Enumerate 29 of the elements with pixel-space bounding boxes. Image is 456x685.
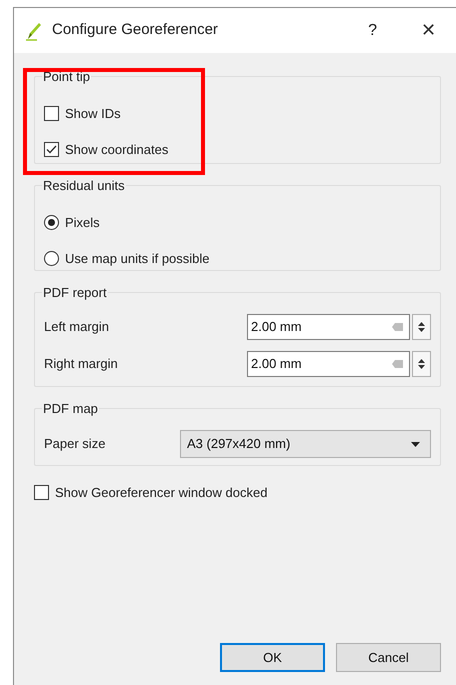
window-title: Configure Georeferencer: [52, 20, 218, 40]
group-title: Point tip: [42, 69, 91, 84]
checkbox-label: Show coordinates: [65, 140, 168, 158]
close-button[interactable]: ✕: [421, 17, 436, 44]
checkbox[interactable]: [44, 106, 59, 122]
help-button[interactable]: ?: [368, 18, 377, 42]
dropdown-caret-icon[interactable]: [411, 442, 420, 446]
checkbox-label: Show Georeferencer window docked: [55, 484, 268, 502]
ok-button[interactable]: OK: [220, 643, 325, 672]
radio-label: Use map units if possible: [65, 250, 210, 268]
paper-size-dropdown[interactable]: A3 (297x420 mm): [180, 430, 431, 458]
group-title: Residual units: [42, 178, 126, 193]
spin-arrows-icon[interactable]: [412, 314, 431, 340]
spin-arrows-icon[interactable]: [412, 351, 431, 377]
group-title: PDF report: [42, 285, 108, 300]
pencil-icon: [25, 20, 43, 40]
checkbox[interactable]: [44, 142, 59, 157]
field-label: Right margin: [44, 355, 119, 374]
radio-label: Pixels: [65, 214, 100, 232]
checkbox-label: Show IDs: [65, 105, 121, 123]
group-title: PDF map: [42, 401, 99, 416]
field-label: Paper size: [44, 435, 106, 454]
spin-box[interactable]: 2.00 mm: [247, 351, 410, 377]
checkbox[interactable]: [34, 485, 49, 500]
cancel-button[interactable]: Cancel: [336, 643, 441, 672]
field-label: Left margin: [44, 318, 110, 336]
radio-button[interactable]: [44, 250, 59, 266]
spin-box[interactable]: 2.00 mm: [247, 314, 410, 340]
radio-button[interactable]: [44, 215, 59, 230]
